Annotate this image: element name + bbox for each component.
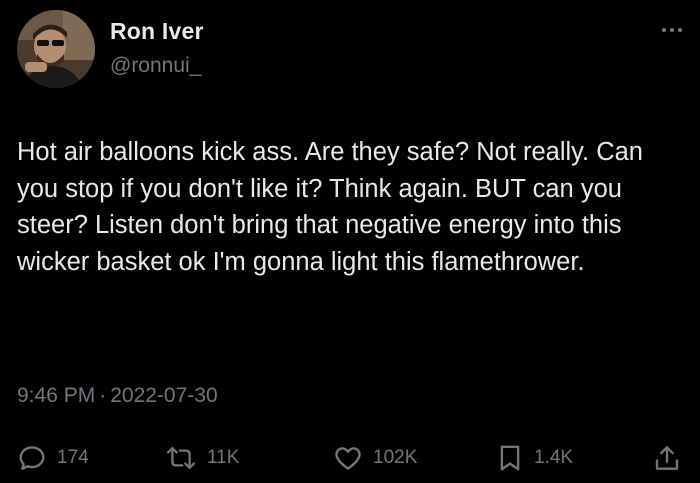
bookmark-count: 1.4K bbox=[534, 447, 574, 468]
meta-separator: · bbox=[99, 384, 107, 407]
tweet-card: Ron Iver @ronnui_ Hot air balloons kick … bbox=[0, 0, 700, 483]
like-count: 102K bbox=[373, 447, 418, 468]
retweet-count: 11K bbox=[207, 447, 240, 468]
bookmark-button[interactable]: 1.4K bbox=[496, 440, 573, 476]
retweet-button[interactable]: 11K bbox=[165, 440, 239, 476]
avatar[interactable] bbox=[17, 10, 95, 88]
share-button[interactable] bbox=[652, 440, 682, 476]
tweet-timestamp[interactable]: 9:46 PM · 2022-07-30 bbox=[17, 384, 218, 408]
tweet-date: 2022-07-30 bbox=[110, 384, 218, 407]
reply-button[interactable]: 174 bbox=[17, 440, 89, 476]
reply-icon bbox=[19, 446, 45, 470]
profile-photo-icon bbox=[17, 10, 95, 88]
tweet-text: Hot air balloons kick ass. Are they safe… bbox=[17, 138, 643, 276]
author-name[interactable]: Ron Iver bbox=[110, 18, 204, 45]
author-handle[interactable]: @ronnui_ bbox=[110, 54, 201, 78]
more-options-icon[interactable] bbox=[660, 22, 684, 32]
reply-count: 174 bbox=[57, 447, 89, 468]
bookmark-icon bbox=[500, 445, 520, 471]
tweet-time: 9:46 PM bbox=[17, 384, 96, 407]
retweet-icon bbox=[166, 446, 196, 470]
heart-icon bbox=[335, 447, 361, 470]
share-icon bbox=[655, 446, 679, 470]
like-button[interactable]: 102K bbox=[333, 440, 417, 476]
action-bar: 174 11K 102K 1.4K bbox=[0, 440, 700, 476]
